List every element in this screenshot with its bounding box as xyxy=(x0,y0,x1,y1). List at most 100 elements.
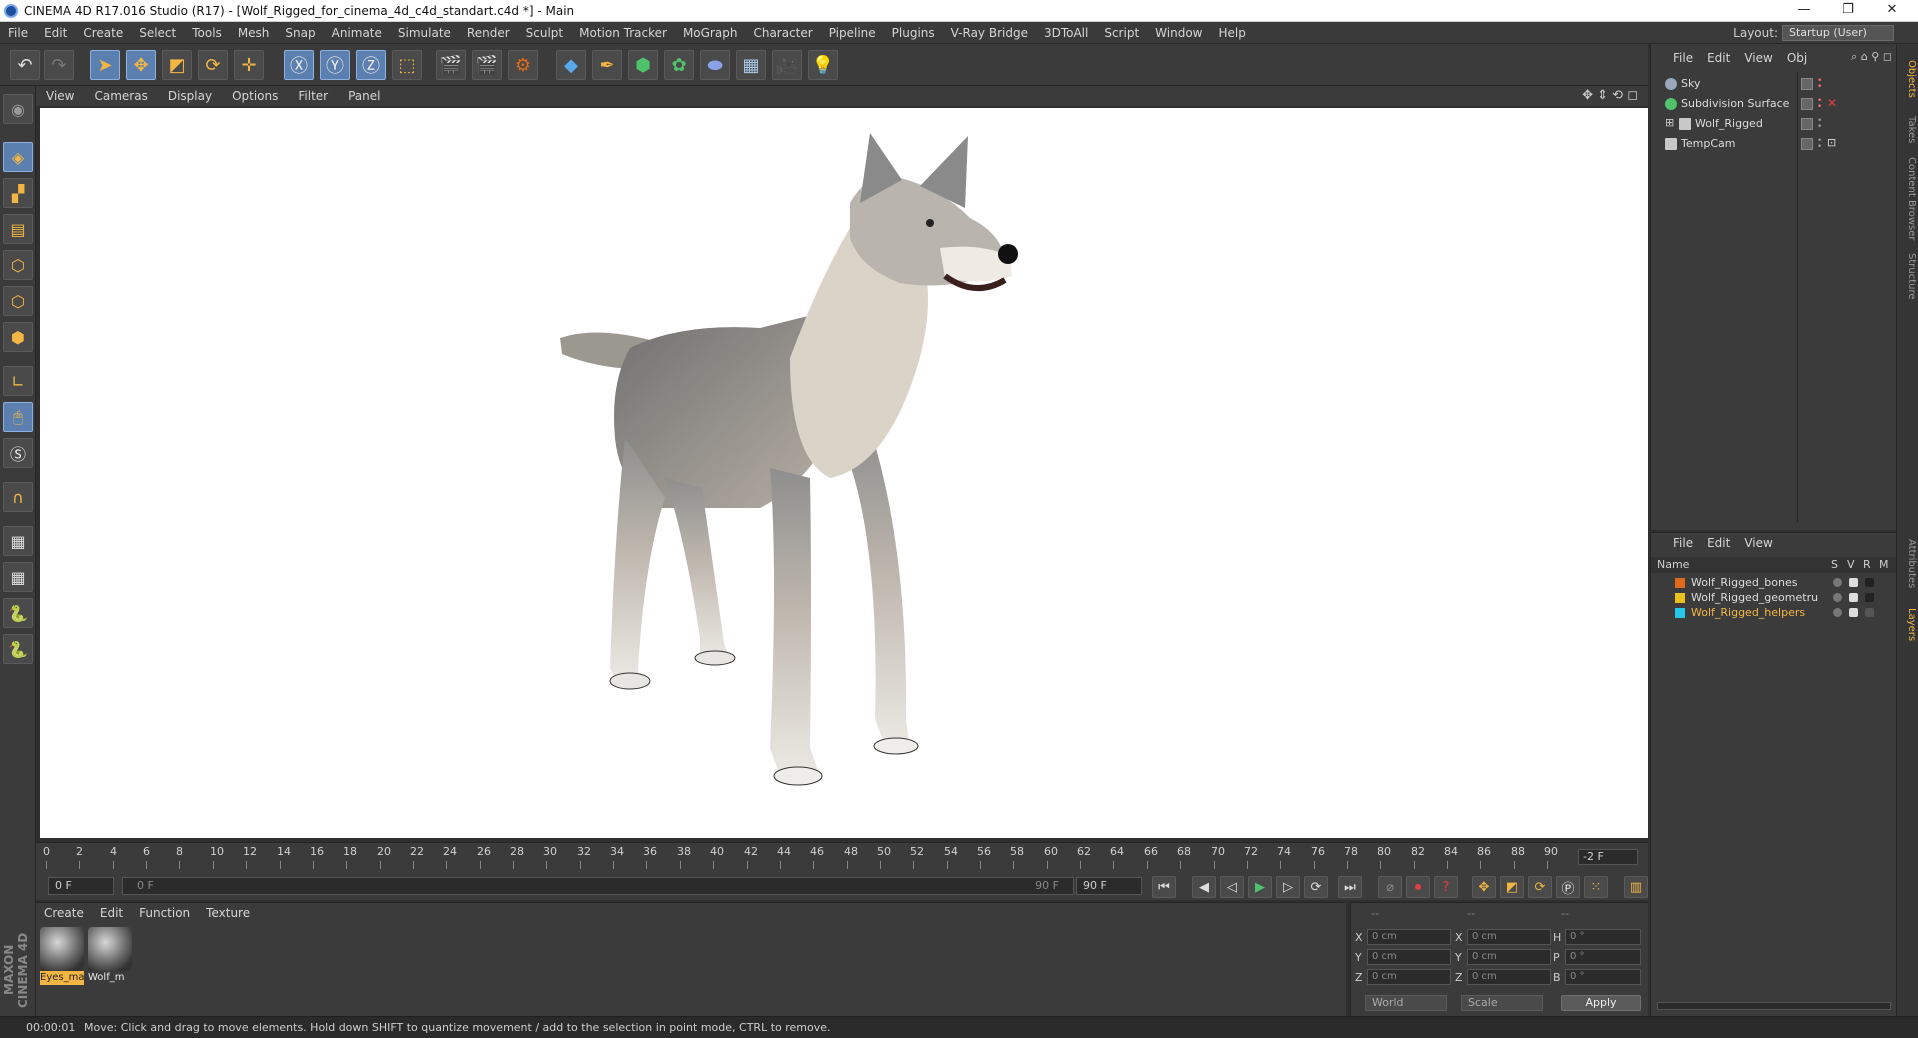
menu-mesh[interactable]: Mesh xyxy=(230,22,278,44)
object-menu-objects[interactable]: Obj xyxy=(1780,48,1814,68)
material-menu-edit[interactable]: Edit xyxy=(92,903,131,923)
menu-help[interactable]: Help xyxy=(1210,22,1253,44)
viewport-menu-view[interactable]: View xyxy=(36,86,84,106)
tab-attributes[interactable]: Attributes xyxy=(1899,532,1917,596)
menu-select[interactable]: Select xyxy=(131,22,184,44)
position-y-field[interactable]: 0 cm xyxy=(1367,949,1451,965)
size-y-field[interactable]: 0 cm xyxy=(1467,949,1551,965)
coordinate-system-button[interactable]: ⬚ xyxy=(392,50,422,80)
close-button[interactable]: ✕ xyxy=(1870,2,1914,20)
loop-button[interactable]: ⟳ xyxy=(1304,876,1328,898)
material-menu-function[interactable]: Function xyxy=(131,903,198,923)
layer-solo-toggle[interactable] xyxy=(1833,593,1842,602)
menu-script[interactable]: Script xyxy=(1096,22,1147,44)
object-menu-edit[interactable]: Edit xyxy=(1700,48,1737,68)
menu-3dtoall[interactable]: 3DToAll xyxy=(1036,22,1096,44)
layer-row-bones[interactable]: Wolf_Rigged_bones xyxy=(1651,575,1897,590)
x-axis-button[interactable]: Ⓧ xyxy=(284,50,314,80)
python-script-button-1[interactable]: 🐍 xyxy=(3,598,33,628)
object-manager-search-icons[interactable]: ⌕ ⌂ ⚲ ◻ xyxy=(1851,50,1892,64)
3d-viewport[interactable] xyxy=(40,108,1648,838)
viewport-menu-display[interactable]: Display xyxy=(158,86,222,106)
rotation-b-field[interactable]: 0 ° xyxy=(1565,969,1641,985)
menu-snap[interactable]: Snap xyxy=(277,22,323,44)
render-view-button[interactable]: 🎬 xyxy=(436,50,466,80)
layer-horizontal-scrollbar[interactable] xyxy=(1657,1002,1891,1010)
visibility-dots-icon[interactable]: • • xyxy=(1817,117,1823,132)
layer-solo-toggle[interactable] xyxy=(1833,578,1842,587)
key-position-button[interactable]: ✥ xyxy=(1472,876,1496,898)
edges-mode-button[interactable]: ⬡ xyxy=(3,286,33,316)
layer-tag-icon[interactable] xyxy=(1801,78,1813,90)
menu-character[interactable]: Character xyxy=(745,22,820,44)
visibility-dots-icon[interactable]: • • xyxy=(1817,137,1823,152)
visibility-dots-icon[interactable]: • • xyxy=(1817,77,1823,92)
recent-tool-button[interactable]: ✛ xyxy=(234,50,264,80)
layer-color-swatch[interactable] xyxy=(1675,578,1685,588)
object-menu-view[interactable]: View xyxy=(1737,48,1779,68)
material-menu-texture[interactable]: Texture xyxy=(198,903,258,923)
add-deformer-button[interactable]: ⬬ xyxy=(700,50,730,80)
render-settings-button[interactable]: ⚙ xyxy=(508,50,538,80)
object-row-wolf-rigged[interactable]: ⊞ Wolf_Rigged • • xyxy=(1651,114,1897,134)
add-camera-button[interactable]: 🎥 xyxy=(772,50,802,80)
prev-key-button[interactable]: ◀ xyxy=(1192,876,1216,898)
material-swatch-wolf[interactable]: Wolf_m xyxy=(88,927,132,985)
end-frame-field[interactable]: 90 F xyxy=(1076,877,1142,895)
layer-menu-file[interactable]: File xyxy=(1651,533,1700,553)
visibility-dots-icon[interactable]: • • xyxy=(1817,97,1823,112)
menu-create[interactable]: Create xyxy=(75,22,131,44)
layout-select[interactable]: Startup (User) xyxy=(1782,25,1894,41)
layer-render-toggle[interactable] xyxy=(1865,578,1874,587)
solo-mode-button[interactable]: Ⓢ xyxy=(3,438,33,468)
y-axis-button[interactable]: Ⓨ xyxy=(320,50,350,80)
key-parameter-button[interactable]: Ⓟ xyxy=(1556,876,1580,898)
layer-solo-toggle[interactable] xyxy=(1833,608,1842,617)
rotation-p-field[interactable]: 0 ° xyxy=(1565,949,1641,965)
layer-render-toggle[interactable] xyxy=(1865,608,1874,617)
add-pen-button[interactable]: ✒ xyxy=(592,50,622,80)
restore-button[interactable]: ❐ xyxy=(1826,2,1870,20)
object-row-sky[interactable]: Sky • • xyxy=(1651,74,1897,94)
prev-frame-button[interactable]: ◁ xyxy=(1220,876,1244,898)
layer-view-toggle[interactable] xyxy=(1849,608,1858,617)
menu-plugins[interactable]: Plugins xyxy=(884,22,943,44)
material-menu-create[interactable]: Create xyxy=(36,903,92,923)
texture-mode-button[interactable]: ▞ xyxy=(3,178,33,208)
add-cube-button[interactable]: ◆ xyxy=(556,50,586,80)
tab-objects[interactable]: Objects xyxy=(1899,54,1917,104)
menu-window[interactable]: Window xyxy=(1147,22,1210,44)
render-picture-viewer-button[interactable]: 🎬 xyxy=(472,50,502,80)
range-slider[interactable]: 0 F 90 F xyxy=(122,877,1074,895)
expand-icon[interactable]: ⊞ xyxy=(1665,116,1674,129)
workplane-mode-button[interactable]: ▤ xyxy=(3,214,33,244)
menu-edit[interactable]: Edit xyxy=(36,22,75,44)
live-selection-button[interactable]: ➤ xyxy=(90,50,120,80)
camera-target-icon[interactable]: ⊡ xyxy=(1827,136,1836,149)
points-mode-button[interactable]: ⬡ xyxy=(3,250,33,280)
object-row-subdivision-surface[interactable]: Subdivision Surface • • ✕ xyxy=(1651,94,1897,114)
menu-animate[interactable]: Animate xyxy=(324,22,390,44)
layer-view-toggle[interactable] xyxy=(1849,578,1858,587)
size-mode-select[interactable]: Scale xyxy=(1461,995,1543,1011)
add-light-button[interactable]: 💡 xyxy=(808,50,838,80)
play-button[interactable]: ▶ xyxy=(1248,876,1272,898)
minimize-button[interactable]: — xyxy=(1782,2,1826,20)
make-editable-button[interactable]: ◉ xyxy=(3,94,33,124)
size-z-field[interactable]: 0 cm xyxy=(1467,969,1551,985)
z-axis-button[interactable]: Ⓩ xyxy=(356,50,386,80)
menu-sculpt[interactable]: Sculpt xyxy=(518,22,571,44)
tab-structure[interactable]: Structure xyxy=(1899,248,1917,304)
tweak-mode-button[interactable]: 🖱 xyxy=(3,402,33,432)
object-row-tempcam[interactable]: TempCam • • ⊡ xyxy=(1651,134,1897,154)
layer-row-helpers[interactable]: Wolf_Rigged_helpers xyxy=(1651,605,1897,620)
layer-tag-icon[interactable] xyxy=(1801,118,1813,130)
timeline-ticks[interactable]: 0 2 4 6 8 10 12 14 16 18 20 22 24 26 28 30 32 34 36 38 40 42 4… xyxy=(43,845,1570,871)
layer-tag-icon[interactable] xyxy=(1801,138,1813,150)
key-pla-button[interactable]: ⁙ xyxy=(1584,876,1608,898)
model-mode-button[interactable]: ◈ xyxy=(3,142,33,172)
key-rotation-button[interactable]: ⟳ xyxy=(1528,876,1552,898)
timeline-ruler[interactable]: 0 2 4 6 8 10 12 14 16 18 20 22 24 26 28 30 32 34 36 38 40 42 4… xyxy=(36,842,1648,872)
axis-mode-button[interactable]: ∟ xyxy=(3,366,33,396)
menu-motion-tracker[interactable]: Motion Tracker xyxy=(571,22,675,44)
